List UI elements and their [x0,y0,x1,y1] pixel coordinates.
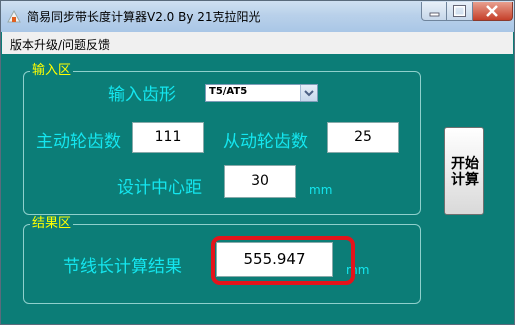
close-button[interactable] [473,2,513,21]
maximize-icon [453,5,466,17]
minimize-button[interactable] [421,2,447,21]
result-highlight-annotation [211,236,355,285]
center-distance-unit: mm [309,183,333,197]
maximize-button[interactable] [447,2,473,21]
window-title: 简易同步带长度计算器V2.0 By 21克拉阳光 [27,10,261,24]
calculate-button[interactable]: 开始计算 [444,127,484,215]
menu-bar: 版本升级/问题反馈 [2,32,513,54]
app-window: 简易同步带长度计算器V2.0 By 21克拉阳光 版本升级/问题反馈 输入区 输… [0,0,515,325]
driven-teeth-input[interactable]: 25 [327,122,399,153]
driven-teeth-label: 从动轮齿数 [223,132,308,152]
tooth-profile-select[interactable]: T5/AT5 [205,84,318,102]
center-distance-input[interactable]: 30 [224,165,296,198]
result-group-title: 结果区 [30,216,74,232]
tooth-profile-label: 输入齿形 [108,85,176,105]
app-icon [7,9,21,23]
center-distance-label: 设计中心距 [117,178,202,198]
chevron-down-icon [304,90,314,97]
tooth-profile-value: T5/AT5 [209,86,248,97]
title-bar[interactable]: 简易同步带长度计算器V2.0 By 21克拉阳光 [1,1,514,32]
menu-item-upgrade-feedback[interactable]: 版本升级/问题反馈 [10,36,110,53]
calculate-button-label: 开始计算 [451,156,479,188]
close-icon [486,5,498,17]
input-group-title: 输入区 [30,63,74,79]
minimize-icon [429,12,440,17]
pitch-length-label: 节线长计算结果 [63,257,182,277]
dropdown-button[interactable] [300,85,317,101]
driving-teeth-input[interactable]: 111 [132,122,204,153]
driving-teeth-label: 主动轮齿数 [36,132,121,152]
